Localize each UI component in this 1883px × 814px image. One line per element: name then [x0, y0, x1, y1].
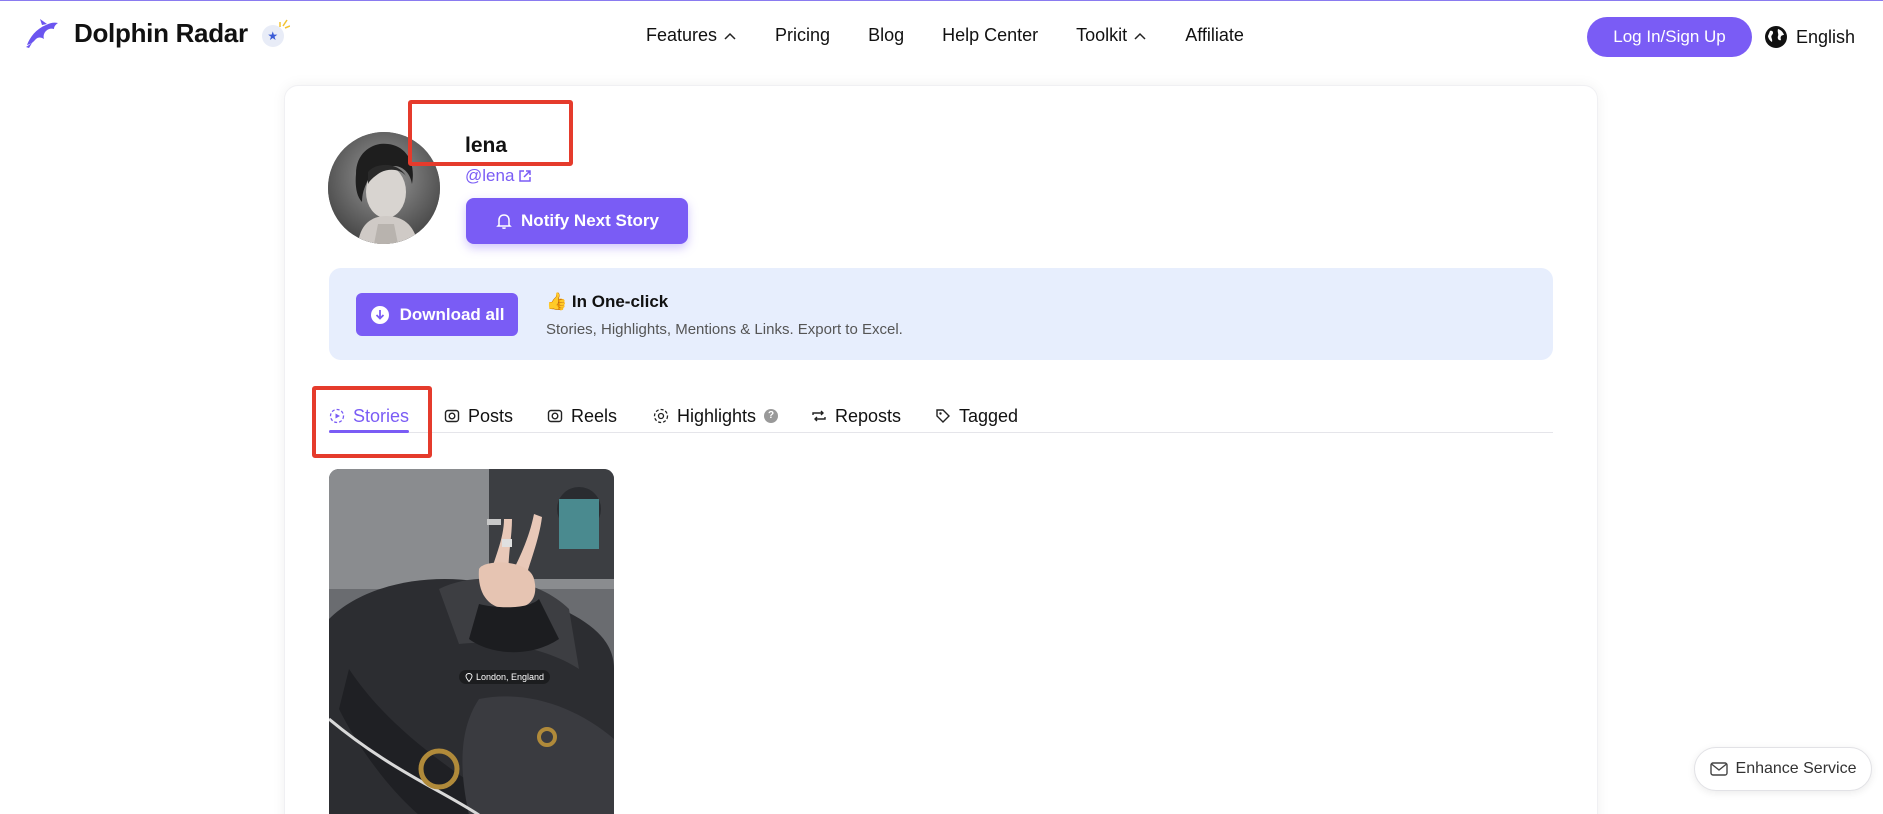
- enhance-service-button[interactable]: Enhance Service: [1694, 747, 1872, 791]
- content-tabs: Stories Posts Reels Highlights ? Reposts: [329, 400, 1553, 433]
- globe-icon: [1765, 26, 1787, 48]
- nav-item-help-center[interactable]: Help Center: [942, 25, 1038, 46]
- handle-text: @lena: [465, 166, 515, 185]
- notify-label: Notify Next Story: [521, 211, 659, 230]
- location-pin-icon: [465, 672, 473, 682]
- tab-label: Reposts: [835, 405, 902, 426]
- login-signup-button[interactable]: Log In/Sign Up: [1587, 17, 1752, 57]
- profile-handle-link[interactable]: @lena: [465, 166, 532, 186]
- download-circle-icon: [370, 305, 389, 324]
- enhance-service-label: Enhance Service: [1735, 760, 1857, 777]
- mail-icon: [1709, 762, 1728, 776]
- download-all-label: Download all: [399, 304, 505, 324]
- profile-name: lena: [465, 134, 508, 157]
- chevron-up-icon: [1134, 32, 1146, 40]
- notify-next-story-button[interactable]: Notify Next Story: [466, 198, 688, 244]
- top-navigation-bar: Dolphin Radar ★ Features Pricing Blog He…: [0, 1, 1883, 73]
- language-label: English: [1796, 26, 1856, 47]
- nav-item-features[interactable]: Features: [646, 25, 737, 46]
- tab-label: Highlights: [677, 405, 757, 426]
- main-nav: Features Pricing Blog Help Center Toolki…: [646, 25, 1282, 46]
- nav-item-toolkit[interactable]: Toolkit: [1076, 25, 1147, 46]
- promo-title: 👍 In One-click: [546, 292, 669, 311]
- repost-icon: [812, 410, 826, 422]
- promo-subtitle: Stories, Highlights, Mentions & Links. E…: [546, 321, 903, 338]
- help-icon[interactable]: ?: [764, 409, 779, 423]
- tab-label: Posts: [468, 405, 514, 426]
- nav-label: Help Center: [942, 25, 1039, 45]
- language-selector[interactable]: English: [1764, 25, 1855, 49]
- nav-item-blog[interactable]: Blog: [868, 25, 904, 46]
- external-link-icon: [519, 170, 532, 182]
- brand-name: Dolphin Radar: [74, 17, 248, 48]
- dolphin-logo-icon: [24, 17, 62, 49]
- tab-reels[interactable]: Reels: [547, 400, 617, 432]
- bell-icon: [496, 214, 512, 229]
- nav-item-affiliate[interactable]: Affiliate: [1185, 25, 1244, 46]
- profile-avatar: [328, 132, 440, 244]
- chevron-up-icon: [724, 32, 736, 40]
- star-badge-icon: ★: [260, 19, 290, 47]
- location-text: London, England: [476, 672, 545, 682]
- brand[interactable]: Dolphin Radar ★: [24, 17, 290, 49]
- camera-icon: [444, 409, 460, 423]
- camera-icon: [547, 409, 563, 423]
- story-thumbnail[interactable]: London, England: [329, 469, 614, 814]
- location-tag: London, England: [459, 670, 551, 684]
- tab-label: Stories: [353, 405, 410, 426]
- nav-label: Affiliate: [1185, 25, 1244, 45]
- download-all-button[interactable]: Download all: [356, 293, 518, 336]
- tab-posts[interactable]: Posts: [444, 400, 513, 432]
- tab-reposts[interactable]: Reposts: [811, 400, 901, 432]
- tab-tagged[interactable]: Tagged: [935, 400, 1018, 432]
- highlights-icon: [653, 408, 669, 424]
- nav-label: Toolkit: [1076, 25, 1128, 45]
- tab-label: Tagged: [959, 405, 1019, 426]
- tab-highlights[interactable]: Highlights ?: [653, 400, 779, 432]
- nav-label: Features: [646, 25, 718, 45]
- nav-item-pricing[interactable]: Pricing: [775, 25, 830, 46]
- tab-label: Reels: [571, 405, 618, 426]
- tag-icon: [936, 409, 950, 423]
- stories-icon: [329, 408, 345, 424]
- tab-stories[interactable]: Stories: [329, 400, 410, 433]
- nav-label: Blog: [868, 25, 905, 45]
- nav-label: Pricing: [775, 25, 831, 45]
